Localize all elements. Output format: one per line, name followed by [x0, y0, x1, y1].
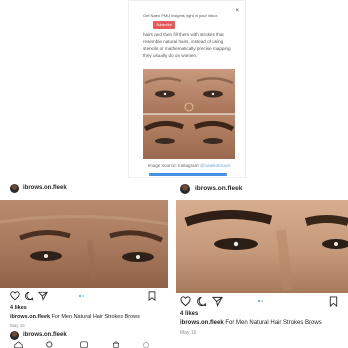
- post-username[interactable]: ibrows.on.fleek: [23, 185, 67, 191]
- article-line: hairs and then fill them with strokes th…: [143, 32, 224, 37]
- share-icon[interactable]: [212, 296, 223, 307]
- caption-username[interactable]: ibrows.on.fleek: [180, 320, 224, 326]
- post-username[interactable]: ibrows.on.fleek: [195, 185, 242, 192]
- comment-icon[interactable]: [196, 296, 207, 307]
- carousel-dot: [79, 295, 81, 297]
- carousel-dots: [79, 295, 85, 298]
- caption-text: For Men Natural Hair Strokes Brows: [50, 314, 140, 320]
- carousel-dot: [82, 295, 84, 297]
- carousel-dot: [261, 300, 263, 302]
- share-icon[interactable]: [38, 291, 48, 301]
- caption-username[interactable]: ibrows.on.fleek: [10, 314, 50, 320]
- carousel-dot: [258, 300, 260, 302]
- popup-text: Get Naeo PMU insights right in your inbo…: [143, 13, 218, 18]
- carousel-dots: [258, 300, 264, 303]
- image-caption: Image source: Instagram @nataliebrows: [143, 163, 235, 168]
- article-line: resemble natural hairs, instead of using: [143, 39, 224, 44]
- post-date: May 16: [10, 323, 25, 328]
- caption-text: For Men Natural Hair Strokes Brows: [223, 320, 322, 326]
- heart-icon[interactable]: [180, 296, 191, 307]
- caption-prefix: Image source: Instagram: [147, 163, 199, 168]
- home-icon[interactable]: [14, 341, 23, 348]
- subscribe-button[interactable]: Subscribe: [153, 21, 175, 29]
- before-after-brows-photo: [143, 69, 235, 159]
- caption-link[interactable]: @nataliebrows: [200, 163, 230, 168]
- bookmark-icon[interactable]: [147, 291, 157, 301]
- close-icon[interactable]: ×: [235, 8, 239, 14]
- article-line: stencils or mathematically precise mappi…: [143, 46, 231, 51]
- post-caption: ibrows.on.fleek For Men Natural Hair Str…: [10, 314, 140, 320]
- scroll-progress-bar: [149, 173, 227, 176]
- instagram-post-left: ibrows.on.fleek 4 likes ibrows.on.fleek …: [0, 178, 168, 348]
- likes-count[interactable]: 4 likes: [180, 311, 198, 317]
- bottom-nav: [0, 338, 168, 348]
- post-date: May 16: [180, 330, 197, 336]
- likes-count[interactable]: 4 likes: [10, 305, 27, 311]
- bookmark-icon[interactable]: [328, 296, 339, 307]
- avatar[interactable]: [10, 184, 19, 193]
- article-body: hairs and then fill them with strokes th…: [143, 31, 235, 59]
- article-screenshot: Get Naeo PMU insights right in your inbo…: [128, 0, 246, 178]
- post-caption: ibrows.on.fleek For Men Natural Hair Str…: [180, 320, 322, 326]
- search-icon[interactable]: [46, 341, 54, 348]
- shop-icon[interactable]: [112, 341, 120, 348]
- instagram-post-right: ibrows.on.fleek 4 likes ibrows.on.fleek …: [170, 178, 348, 348]
- post-photo: [176, 200, 348, 293]
- add-icon[interactable]: [80, 341, 88, 348]
- subscribe-popup: Get Naeo PMU insights right in your inbo…: [139, 7, 243, 33]
- post-photo: [0, 200, 168, 288]
- article-line: they usually do on women.: [143, 53, 198, 58]
- profile-icon[interactable]: [142, 341, 150, 348]
- heart-icon[interactable]: [10, 291, 20, 301]
- avatar[interactable]: [180, 184, 190, 194]
- comment-icon[interactable]: [24, 291, 34, 301]
